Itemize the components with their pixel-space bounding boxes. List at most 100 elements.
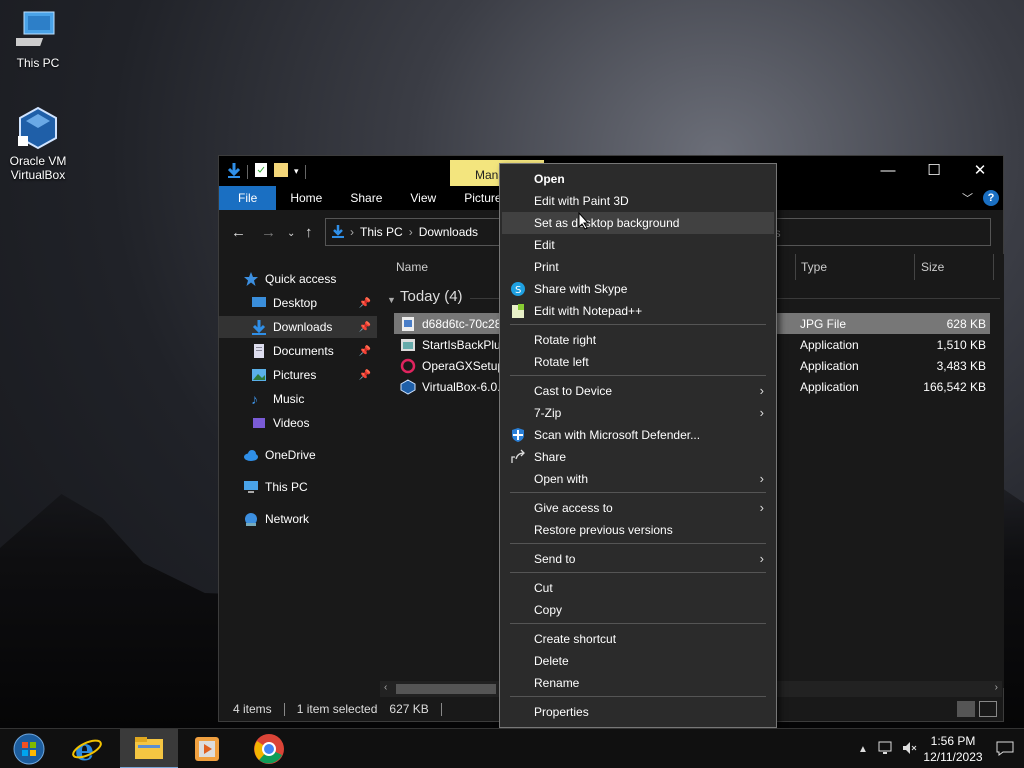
menu-item-rotate-left[interactable]: Rotate left: [502, 351, 774, 373]
menu-item-edit[interactable]: Edit: [502, 234, 774, 256]
menu-item-cast-to-device[interactable]: Cast to Device ›: [502, 380, 774, 402]
recent-locations-chevron-icon[interactable]: ⌄: [287, 228, 295, 239]
file-type: Application: [800, 358, 859, 373]
menu-item-edit-with-paint-3d[interactable]: Edit with Paint 3D: [502, 190, 774, 212]
up-arrow-icon[interactable]: ↑: [305, 224, 313, 241]
desktop-icon-virtualbox[interactable]: Oracle VM VirtualBox: [0, 106, 76, 182]
breadcrumb-downloads[interactable]: Downloads: [419, 225, 478, 239]
menu-item-share[interactable]: Share: [502, 446, 774, 468]
column-separator[interactable]: [993, 254, 994, 280]
svg-text:e: e: [75, 733, 94, 765]
status-item-count: 4 items: [233, 702, 272, 716]
sidebar-item-label: OneDrive: [265, 448, 316, 462]
taskbar-internet-explorer[interactable]: e: [58, 729, 116, 768]
new-folder-icon[interactable]: [274, 162, 288, 181]
tab-home[interactable]: Home: [276, 186, 336, 210]
sidebar-item-onedrive[interactable]: OneDrive: [219, 444, 377, 466]
chevron-down-icon[interactable]: ▼: [387, 295, 396, 305]
pin-icon[interactable]: 📌: [359, 298, 371, 309]
sidebar-item-pictures[interactable]: Pictures 📌: [219, 364, 377, 386]
tab-file[interactable]: File: [219, 186, 277, 210]
scroll-left-icon[interactable]: ‹: [384, 682, 387, 693]
menu-item-edit-with-notepadpp[interactable]: Edit with Notepad++: [502, 300, 774, 322]
pin-icon[interactable]: 📌: [359, 346, 371, 357]
menu-item-open-with[interactable]: Open with ›: [502, 468, 774, 490]
column-header-size[interactable]: Size: [921, 260, 944, 274]
ribbon-right-controls: ﹀ ?: [962, 190, 999, 206]
download-arrow-icon[interactable]: [227, 162, 241, 181]
sidebar-item-documents[interactable]: Documents 📌: [219, 340, 377, 362]
details-view-icon[interactable]: [957, 701, 975, 717]
sidebar-item-desktop[interactable]: Desktop 📌: [219, 292, 377, 314]
maximize-button[interactable]: ☐: [911, 156, 957, 186]
sidebar-item-downloads[interactable]: Downloads 📌: [219, 316, 377, 338]
column-header-name[interactable]: Name: [396, 260, 428, 274]
network-status-icon[interactable]: [874, 740, 898, 759]
taskbar-media-player[interactable]: [178, 729, 236, 768]
sidebar-item-label: Downloads: [273, 320, 333, 334]
menu-item-create-shortcut[interactable]: Create shortcut: [502, 628, 774, 650]
forward-arrow-icon[interactable]: →: [261, 224, 276, 241]
column-header-type[interactable]: Type: [801, 260, 827, 274]
breadcrumb-this-pc[interactable]: This PC: [360, 225, 403, 239]
large-icons-view-icon[interactable]: [979, 701, 997, 717]
scroll-right-icon[interactable]: ›: [995, 682, 998, 693]
menu-item-set-as-desktop-background[interactable]: Set as desktop background: [502, 212, 774, 234]
back-arrow-icon[interactable]: ←: [231, 224, 246, 241]
menu-item-print[interactable]: Print: [502, 256, 774, 278]
file-type: Application: [800, 337, 859, 352]
menu-item-restore-previous-versions[interactable]: Restore previous versions: [502, 519, 774, 541]
taskbar: e ▲ 1:56 PM 12/11/2023: [0, 728, 1024, 768]
chrome-icon: [254, 734, 284, 764]
volume-muted-icon[interactable]: [898, 740, 920, 759]
show-hidden-icons-icon[interactable]: ▲: [852, 744, 874, 755]
desktop-icon-this-pc[interactable]: This PC: [0, 8, 76, 70]
taskbar-file-explorer[interactable]: [120, 729, 178, 768]
quick-access-toolbar: ▾: [227, 162, 306, 181]
close-button[interactable]: ✕: [957, 156, 1003, 186]
sidebar-item-this-pc[interactable]: This PC: [219, 476, 377, 498]
properties-icon[interactable]: [254, 162, 268, 181]
start-button[interactable]: [0, 729, 58, 768]
column-separator[interactable]: [914, 254, 915, 280]
help-icon[interactable]: ?: [983, 190, 999, 206]
sidebar-item-network[interactable]: Network: [219, 508, 377, 530]
chevron-down-icon[interactable]: ▾: [294, 166, 299, 177]
notification-center-icon[interactable]: [986, 740, 1024, 759]
menu-item-open[interactable]: Open: [502, 168, 774, 190]
sidebar-item-videos[interactable]: Videos: [219, 412, 377, 434]
minimize-button[interactable]: —: [865, 156, 911, 186]
menu-item-properties[interactable]: Properties: [502, 701, 774, 723]
tab-view[interactable]: View: [396, 186, 450, 210]
taskbar-chrome[interactable]: [240, 729, 298, 768]
sidebar-item-music[interactable]: ♪ Music: [219, 388, 377, 410]
pin-icon[interactable]: 📌: [359, 322, 371, 333]
tab-share[interactable]: Share: [336, 186, 396, 210]
file-name: VirtualBox-6.0.2: [422, 379, 508, 394]
menu-item-rename[interactable]: Rename: [502, 672, 774, 694]
group-header-today[interactable]: Today (4): [400, 288, 463, 305]
picture-icon: [251, 367, 267, 383]
menu-item-7-zip[interactable]: 7-Zip ›: [502, 402, 774, 424]
file-type: Application: [800, 379, 859, 394]
menu-item-delete[interactable]: Delete: [502, 650, 774, 672]
sidebar-item-quick-access[interactable]: Quick access: [219, 268, 377, 290]
scrollbar-thumb[interactable]: [396, 684, 496, 694]
menu-item-rotate-right[interactable]: Rotate right: [502, 329, 774, 351]
menu-item-share-with-skype[interactable]: S Share with Skype: [502, 278, 774, 300]
defender-icon: [510, 427, 526, 443]
submenu-arrow-icon: ›: [759, 405, 764, 420]
download-arrow-icon: [332, 224, 344, 241]
search-input[interactable]: ds: [759, 218, 991, 246]
pin-icon[interactable]: 📌: [359, 370, 371, 381]
menu-item-send-to[interactable]: Send to ›: [502, 548, 774, 570]
menu-item-cut[interactable]: Cut: [502, 577, 774, 599]
menu-item-give-access-to[interactable]: Give access to ›: [502, 497, 774, 519]
menu-separator: [510, 572, 766, 573]
system-clock[interactable]: 1:56 PM 12/11/2023: [920, 733, 986, 765]
expand-ribbon-icon[interactable]: ﹀: [962, 190, 973, 206]
address-bar[interactable]: › This PC › Downloads: [325, 218, 505, 246]
menu-item-scan-with-defender[interactable]: Scan with Microsoft Defender...: [502, 424, 774, 446]
column-separator[interactable]: [795, 254, 796, 280]
menu-item-copy[interactable]: Copy: [502, 599, 774, 621]
